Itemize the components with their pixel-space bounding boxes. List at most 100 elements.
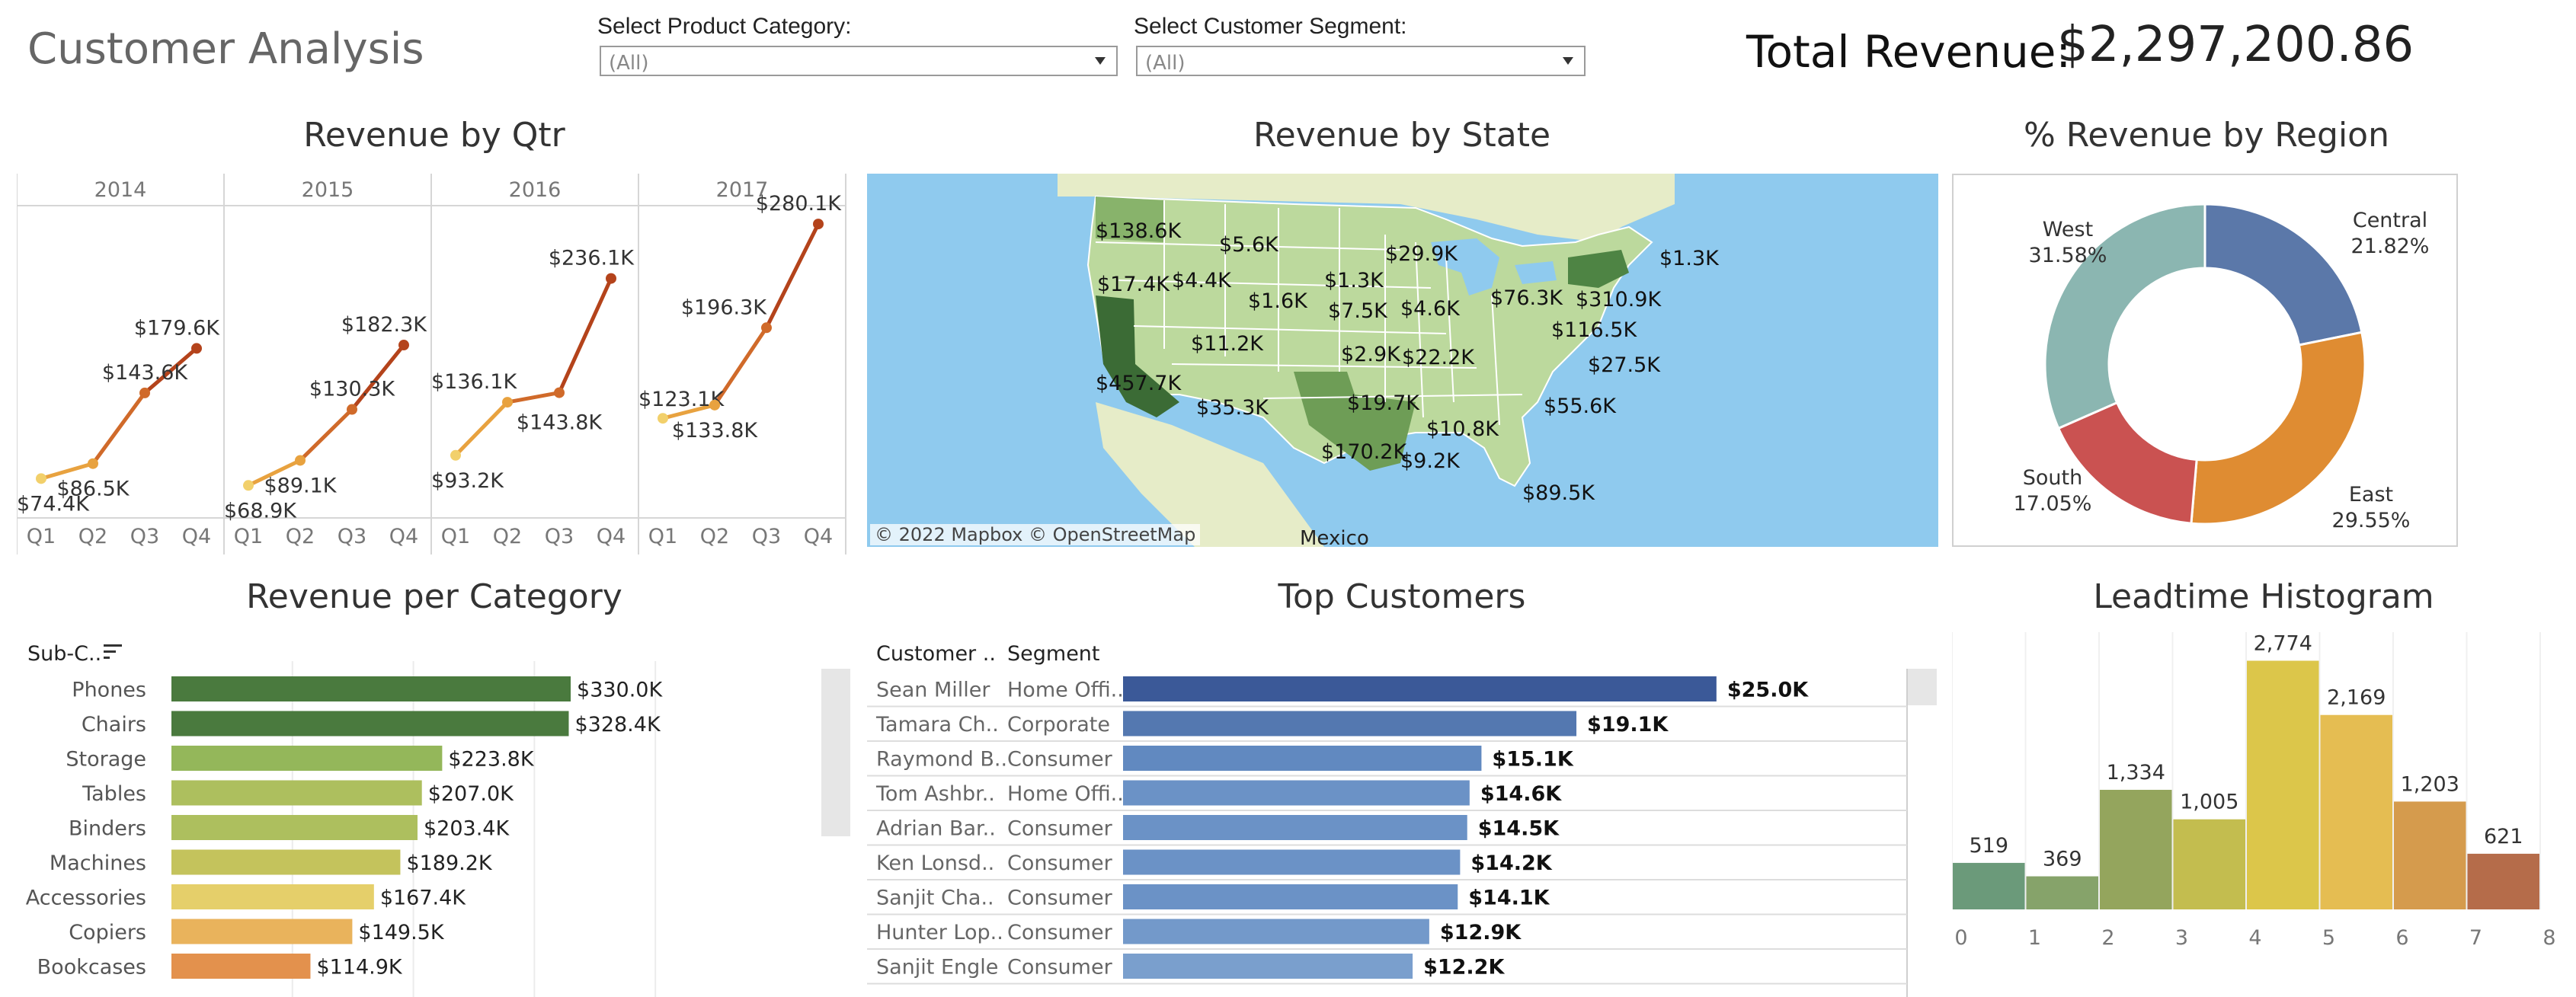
state-revenue-label: $1.3K [1659, 247, 1719, 270]
qtr-panel-year: 2015 [302, 178, 354, 202]
state-revenue-label: $1.6K [1248, 289, 1307, 313]
category-label: Accessories [26, 887, 146, 910]
state-revenue-label: $170.2K [1321, 440, 1407, 464]
leadtime-tick-label: 4 [2248, 926, 2261, 950]
qtr-data-label: $86.5K [56, 478, 130, 501]
customer-bar [1123, 919, 1429, 944]
customer-segment-select[interactable]: (All) [1136, 46, 1586, 76]
qtr-tick-label: Q1 [648, 525, 677, 548]
category-label: Copiers [69, 921, 146, 944]
qtr-point [658, 413, 668, 424]
category-label: Binders [69, 817, 146, 841]
customer-value-label: $12.9K [1440, 921, 1522, 944]
qtr-data-label: $143.6K [102, 361, 188, 385]
customer-name: Tamara Ch.. [875, 713, 999, 737]
top-customers-chart: Sean Miller Home Offi.. $25.0K Tamara Ch.. C… [867, 669, 1908, 997]
state-revenue-label: $4.6K [1400, 297, 1460, 321]
category-label: Phones [72, 679, 146, 702]
leadtime-value-label: 369 [2043, 848, 2082, 871]
state-revenue-label: $1.3K [1324, 269, 1384, 292]
leadtime-value-label: 621 [2484, 825, 2523, 848]
qtr-tick-label: Q4 [389, 525, 418, 548]
qtr-tick-label: Q4 [182, 525, 211, 548]
leadtime-bar [2394, 801, 2466, 909]
leadtime-value-label: 2,774 [2254, 632, 2312, 656]
left-scrollbar[interactable] [821, 669, 850, 836]
leadtime-bar [2173, 819, 2245, 909]
region-slice [2203, 203, 2363, 347]
customer-segment: Home Offi.. [1007, 679, 1124, 702]
revenue-by-state-title: Revenue by State [1253, 116, 1551, 155]
leadtime-tick-label: 7 [2469, 926, 2482, 950]
state-revenue-label: $5.6K [1219, 233, 1278, 257]
customer-name: Sean Miller [876, 679, 990, 702]
revenue-by-state-map[interactable]: © 2022 Mapbox © OpenStreetMap Mexico $13… [867, 174, 1938, 547]
qtr-tick-label: Q3 [130, 525, 159, 548]
qtr-data-label: $68.9K [224, 499, 297, 522]
category-value-label: $167.4K [380, 887, 466, 910]
state-revenue-label: $310.9K [1576, 288, 1662, 312]
qtr-tick-label: Q2 [286, 525, 315, 548]
state-revenue-label: $9.2K [1400, 449, 1460, 473]
category-bar [171, 919, 353, 944]
category-label: Storage [66, 748, 146, 772]
customer-name: Sanjit Cha.. [876, 887, 994, 910]
map-attribution[interactable]: © 2022 Mapbox © OpenStreetMap [870, 524, 1201, 545]
qtr-tick-label: Q2 [493, 525, 522, 548]
customer-bar [1123, 746, 1482, 771]
customer-bar [1123, 849, 1461, 875]
customer-segment-filter-label: Select Customer Segment: [1134, 14, 1407, 39]
qtr-line-segment [91, 391, 147, 465]
category-value-label: $114.9K [316, 956, 402, 979]
state-revenue-label: $27.5K [1588, 353, 1661, 377]
leadtime-tick-label: 3 [2175, 926, 2188, 950]
customer-segment: Consumer [1007, 921, 1113, 944]
leadtime-value-label: 519 [1969, 834, 2008, 858]
qtr-point [813, 219, 824, 230]
chevron-down-icon[interactable] [1563, 57, 1573, 65]
customer-name: Adrian Bar.. [876, 817, 996, 841]
qtr-point [502, 397, 513, 408]
qtr-point [243, 480, 254, 491]
product-category-filter-label: Select Product Category: [597, 14, 852, 39]
region-percent: 29.55% [2332, 509, 2411, 532]
qtr-point [450, 449, 461, 461]
state-revenue-label: $29.9K [1385, 242, 1458, 266]
qtr-data-label: $133.8K [672, 419, 758, 443]
product-category-select-value: (All) [609, 52, 649, 75]
customer-segment: Consumer [1007, 887, 1113, 910]
customer-segment: Home Offi.. [1007, 782, 1124, 806]
region-percent: 17.05% [2014, 492, 2092, 516]
chevron-down-icon[interactable] [1095, 57, 1106, 65]
customer-segment: Consumer [1007, 817, 1113, 841]
revenue-by-qtr-title: Revenue by Qtr [303, 116, 565, 155]
dashboard-title: Customer Analysis [27, 24, 424, 74]
customer-name: Raymond B.. [876, 748, 1007, 772]
total-revenue-label: Total Revenue: [1746, 26, 2072, 78]
qtr-point [709, 399, 720, 411]
product-category-select[interactable]: (All) [600, 46, 1118, 76]
customer-name: Ken Lonsd.. [876, 852, 994, 875]
category-bar [171, 746, 443, 771]
region-donut-chart[interactable]: Central 21.82% East 29.55% South17.05% West 31… [1952, 174, 2458, 547]
category-value-label: $207.0K [428, 782, 514, 806]
category-bar [171, 849, 401, 875]
leadtime-histogram-chart: 519 369 1,334 1,005 2,774 2,169 1,203 621 0 1 2 3 4 5… [1952, 632, 2556, 950]
top-customers-title: Top Customers [1278, 577, 1526, 616]
customer-bar [1123, 954, 1413, 979]
customer-name: Hunter Lop.. [876, 921, 1003, 944]
sort-descending-icon[interactable] [104, 644, 122, 660]
leadtime-value-label: 1,203 [2401, 772, 2459, 796]
qtr-tick-label: Q1 [234, 525, 263, 548]
qtr-point [554, 387, 565, 398]
qtr-tick-label: Q4 [804, 525, 833, 548]
customer-value-label: $14.2K [1470, 852, 1552, 875]
qtr-line-segment [454, 401, 509, 457]
qtr-tick-label: Q3 [338, 525, 366, 548]
qtr-tick-label: Q3 [545, 525, 574, 548]
state-revenue-label: $138.6K [1096, 219, 1182, 243]
qtr-panel-year: 2014 [94, 178, 147, 202]
customer-segment: Consumer [1007, 748, 1113, 772]
state-revenue-label: $89.5K [1522, 481, 1595, 505]
customer-value-label: $14.1K [1468, 887, 1550, 910]
